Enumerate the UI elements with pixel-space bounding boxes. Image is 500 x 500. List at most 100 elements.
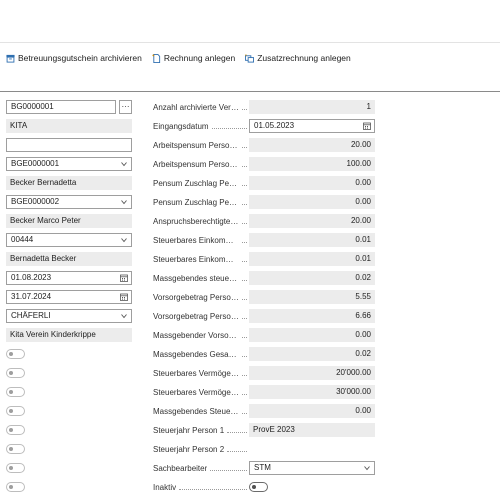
taxable-assets-2-value: 30'000.00 (249, 385, 375, 399)
field-label: Steuerbares Einkommen ... (153, 236, 249, 245)
field-label: Vorsorgebetrag Person 1 (153, 293, 249, 302)
field-row: Sachbearbeiter STM (153, 461, 376, 475)
create-invoice-button[interactable]: Rechnung anlegen (152, 53, 235, 63)
toggle-knob (9, 371, 13, 375)
receipt-date-input[interactable]: 01.05.2023 (249, 119, 375, 133)
archive-icon (6, 54, 15, 63)
chevron-down-icon (121, 162, 127, 167)
field-label-text: Pensum Zuschlag Person 1 (153, 178, 239, 188)
right-field-column: Anzahl archivierte Versio... 1 Eingangsd… (153, 100, 376, 499)
dot-leader (242, 279, 247, 281)
toggle-switch-8[interactable] (6, 482, 25, 492)
toggle-switch-6[interactable] (6, 444, 25, 454)
dot-leader (242, 336, 247, 338)
applicant-1-select[interactable]: BGE0000001 (6, 157, 132, 171)
toggle-switch-7[interactable] (6, 463, 25, 473)
field-label: Sachbearbeiter (153, 464, 249, 473)
field-label: Vorsorgebetrag Person 2 (153, 312, 249, 321)
taxable-assets-1-value: 20'000.00 (249, 366, 375, 380)
case-worker-select[interactable]: STM (249, 461, 375, 475)
taxable-income-1-value: 0.01 (249, 233, 375, 247)
toggle-switch-3[interactable] (6, 387, 25, 397)
field-row: Pensum Zuschlag Person 2 0.00 (153, 195, 376, 209)
valid-from-date-input[interactable]: 01.08.2023 (6, 271, 132, 285)
field-label: Steuerbares Einkommen ... (153, 255, 249, 264)
field-row: Anzahl archivierte Versio... 1 (153, 100, 376, 114)
eligible-workload-value: 20.00 (249, 214, 375, 228)
field-label: Pensum Zuschlag Person 1 (153, 179, 249, 188)
create-additional-invoice-button[interactable]: Zusatzrechnung anlegen (245, 53, 351, 63)
field-row: Steuerbares Vermögen P... 30'000.00 (153, 385, 376, 399)
dot-leader (242, 393, 247, 395)
field-label-text: Sachbearbeiter (153, 463, 208, 473)
dot-leader (242, 146, 247, 148)
chevron-down-icon (121, 200, 127, 205)
archive-voucher-button[interactable]: Betreuungsgutschein archivieren (6, 53, 142, 63)
dot-leader (211, 127, 247, 129)
field-label: Anzahl archivierte Versio... (153, 103, 249, 112)
create-additional-invoice-label: Zusatzrechnung anlegen (257, 53, 351, 63)
case-worker-value: STM (254, 463, 271, 472)
toggle-switch-5[interactable] (6, 425, 25, 435)
child-select[interactable]: 00444 (6, 233, 132, 247)
field-label: Massgebendes steuerbar... (153, 274, 249, 283)
toggle-knob (252, 485, 256, 489)
toggle-knob (9, 485, 13, 489)
voucher-number-input[interactable]: BG0000001 (6, 100, 116, 114)
toggle-row-4 (6, 404, 132, 418)
relevant-taxable-income-value: 0.02 (249, 271, 375, 285)
tax-year-person-1-value: ProvE 2023 (249, 423, 375, 437)
field-label: Steuerbares Vermögen P... (153, 369, 249, 378)
dot-leader (242, 355, 247, 357)
field-label-text: Massgebender Vorsorge... (153, 330, 239, 340)
toggle-knob (9, 447, 13, 451)
create-invoice-label: Rechnung anlegen (163, 53, 236, 63)
valid-to-date-input[interactable]: 31.07.2024 (6, 290, 132, 304)
inactive-toggle[interactable] (249, 482, 268, 492)
field-label-text: Arbeitspensum Person 1 (153, 140, 239, 150)
relevant-taxable-assets-value: 0.00 (249, 404, 375, 418)
field-row: Eingangsdatum 01.05.2023 (153, 119, 376, 133)
dot-leader (242, 260, 247, 262)
dot-leader (242, 241, 247, 243)
toggle-switch-1[interactable] (6, 349, 25, 359)
valid-from-value: 01.08.2023 (11, 273, 52, 282)
applicant-1-value: BGE0000001 (11, 159, 60, 168)
field-label-text: Inaktiv (153, 482, 177, 492)
field-label-text: Steuerbares Einkommen ... (153, 254, 239, 264)
toggle-row-2 (6, 366, 132, 380)
workload-person-1-value: 20.00 (249, 138, 375, 152)
field-row: Steuerjahr Person 2 (153, 442, 376, 456)
field-row: Arbeitspensum Person 2 100.00 (153, 157, 376, 171)
calendar-icon[interactable] (120, 274, 128, 282)
field-label: Massgebendes Steuerbar... (153, 407, 249, 416)
field-label: Steuerbares Vermögen P... (153, 388, 249, 397)
field-label-text: Massgebendes steuerbar... (153, 273, 239, 283)
daycare-select[interactable]: CHÄFERLI (6, 309, 132, 323)
relevant-total-income-value: 0.02 (249, 347, 375, 361)
more-options-button[interactable]: ··· (119, 100, 132, 114)
calendar-icon[interactable] (120, 293, 128, 301)
field-label-text: Anspruchsberechtigtes P... (153, 216, 239, 226)
toggle-row-5 (6, 423, 132, 437)
tax-year-person-2-value (249, 442, 375, 456)
applicant-2-select[interactable]: BGE0000002 (6, 195, 132, 209)
toggle-switch-4[interactable] (6, 406, 25, 416)
valid-to-value: 31.07.2024 (11, 292, 52, 301)
field-label: Eingangsdatum (153, 122, 249, 131)
dot-leader (210, 469, 247, 471)
toggle-row-6 (6, 442, 132, 456)
field-row: Vorsorgebetrag Person 1 5.55 (153, 290, 376, 304)
field-label: Arbeitspensum Person 1 (153, 141, 249, 150)
child-name: Bernadetta Becker (6, 252, 132, 266)
calendar-icon[interactable] (363, 122, 371, 130)
toggle-switch-2[interactable] (6, 368, 25, 378)
field-row: Anspruchsberechtigtes P... 20.00 (153, 214, 376, 228)
new-document-icon (152, 53, 160, 63)
empty-input[interactable] (6, 138, 132, 152)
archive-voucher-label: Betreuungsgutschein archivieren (18, 53, 142, 63)
dot-leader (242, 203, 247, 205)
receipt-date-value: 01.05.2023 (254, 121, 295, 130)
field-row: Arbeitspensum Person 1 20.00 (153, 138, 376, 152)
daycare-value: CHÄFERLI (11, 311, 51, 320)
